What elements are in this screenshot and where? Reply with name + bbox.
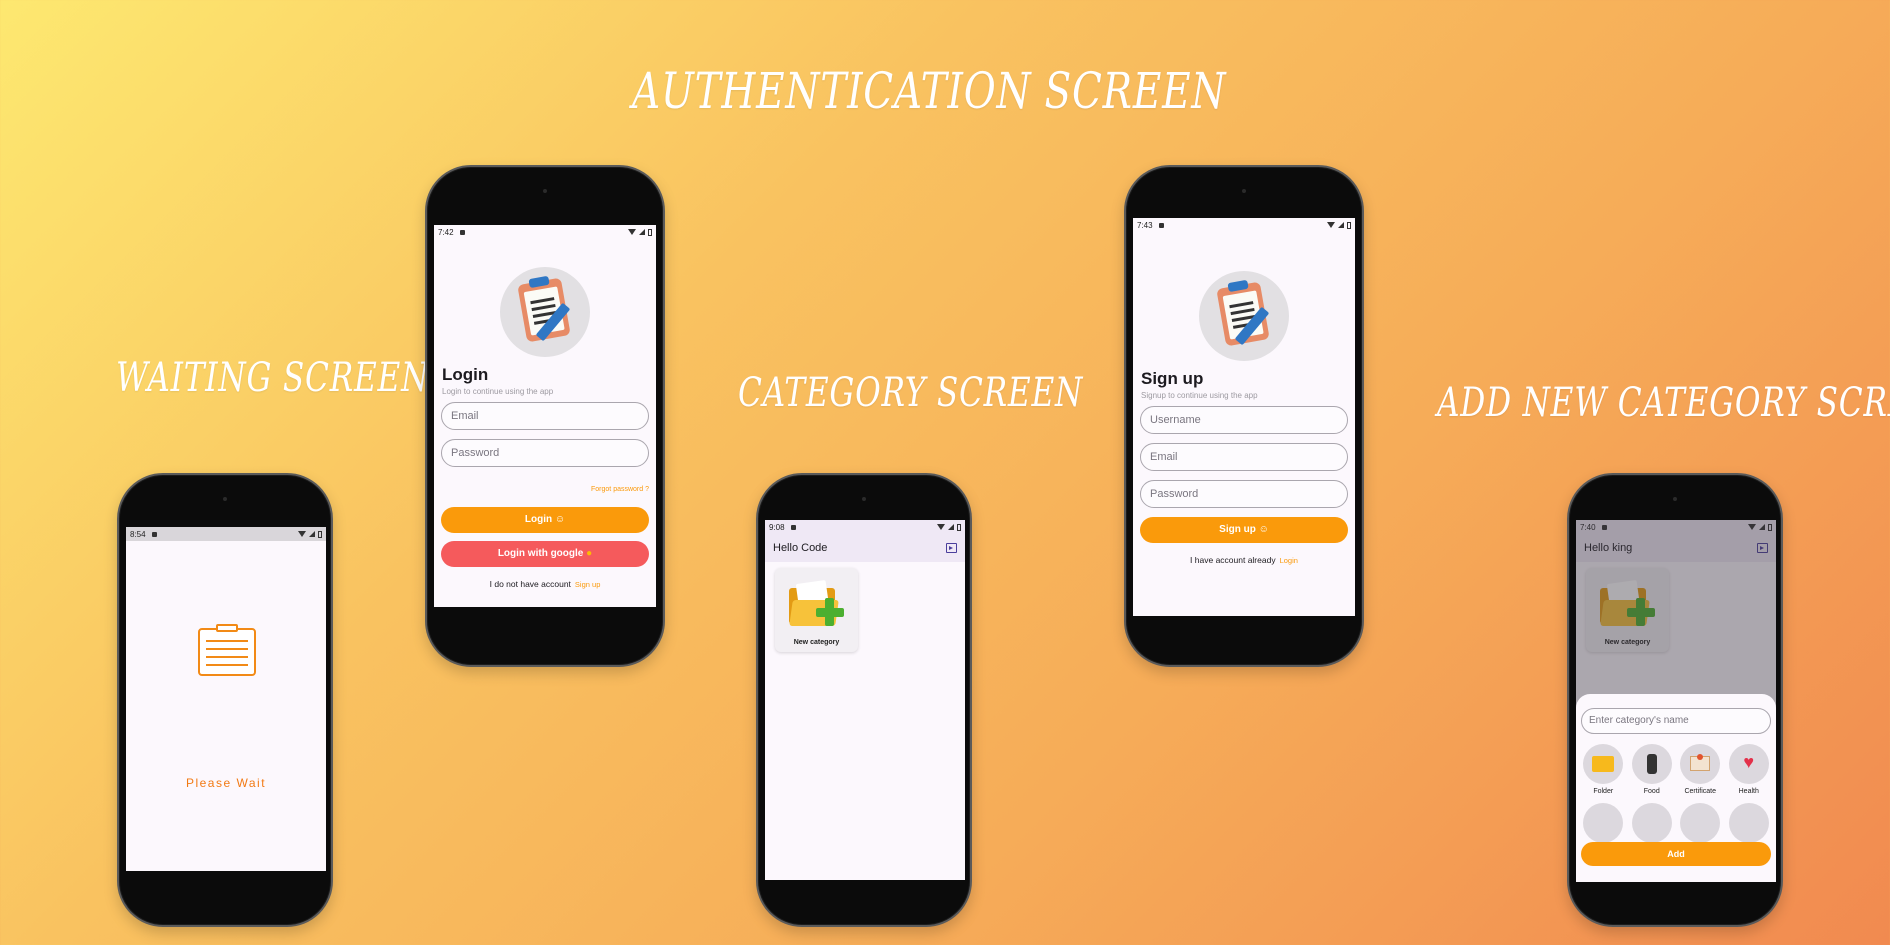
login-link[interactable]: Login	[1280, 556, 1298, 565]
front-camera	[1242, 189, 1246, 193]
certificate-icon	[1680, 744, 1721, 784]
folder-icon	[1583, 744, 1624, 784]
icon-label: Certificate	[1684, 788, 1716, 795]
icon-option-certificate[interactable]: Certificate	[1677, 744, 1723, 795]
category-screen: 9:08 Hello Code New category	[765, 520, 965, 880]
front-camera	[223, 497, 227, 501]
category-phone: 9:08 Hello Code New category	[756, 473, 972, 927]
email-field[interactable]: Email	[441, 402, 649, 430]
app-bar: Hello Code	[765, 534, 965, 562]
signal-icon	[1338, 222, 1344, 228]
signup-link[interactable]: Sign up	[575, 580, 600, 589]
wifi-icon	[298, 531, 306, 537]
graduation-icon[interactable]	[1583, 803, 1624, 843]
icon-label: Health	[1738, 788, 1759, 795]
add-category-screen: 7:40 Hello king New category Enter categ…	[1576, 520, 1776, 882]
status-bar: 7:43	[1133, 218, 1355, 232]
have-account-text: I have account already	[1190, 555, 1276, 565]
category-name-field[interactable]: Enter category's name	[1581, 708, 1771, 734]
icon-label: Folder	[1593, 788, 1614, 795]
clipboard-logo-icon	[198, 624, 256, 676]
add-button[interactable]: Add	[1581, 842, 1771, 866]
icon-grid-row-2	[1576, 803, 1776, 843]
authentication-heading: AUTHENTICATION SCREEN	[632, 62, 1227, 120]
notification-icon	[459, 229, 465, 235]
email-field[interactable]: Email	[1140, 443, 1348, 471]
battery-icon	[1347, 221, 1351, 229]
password-field[interactable]: Password	[1140, 480, 1348, 508]
logout-icon[interactable]	[946, 543, 957, 553]
category-heading: CATEGORY SCREEN	[738, 370, 1084, 416]
status-time: 8:54	[130, 529, 146, 539]
password-field[interactable]: Password	[441, 439, 649, 467]
forgot-password-link[interactable]: Forgot password ?	[591, 486, 649, 493]
signal-icon	[948, 524, 954, 530]
google-login-button[interactable]: Login with google ●	[441, 541, 649, 567]
signup-button[interactable]: Sign up ☺	[1140, 517, 1348, 543]
signup-screen: 7:43 Sign up Signup to continue using th…	[1133, 218, 1355, 616]
waiting-heading: WAITING SCREEN	[116, 355, 430, 401]
signal-icon	[639, 229, 645, 235]
icon-label: Food	[1643, 788, 1660, 795]
front-camera	[543, 189, 547, 193]
battery-icon	[318, 530, 322, 538]
google-icon: ●	[586, 548, 593, 559]
signup-phone: 7:43 Sign up Signup to continue using th…	[1124, 165, 1364, 667]
signup-title: Sign up	[1141, 369, 1204, 388]
waiting-phone: 8:54 Please Wait	[117, 473, 333, 927]
waiting-screen: 8:54 Please Wait	[126, 527, 326, 871]
wifi-icon	[628, 229, 636, 235]
login-phone: 7:42 Login Login to continue using the a…	[425, 165, 665, 667]
wifi-icon	[937, 524, 945, 530]
icon-grid: Folder Food Certificate ♥ Health	[1576, 744, 1776, 795]
wifi-icon	[1327, 222, 1335, 228]
health-icon: ♥	[1728, 744, 1769, 784]
add-category-heading: ADD NEW CATEGORY SCREEN	[1437, 380, 1890, 426]
new-category-card[interactable]: New category	[775, 568, 858, 652]
greeting-title: Hello Code	[773, 542, 828, 554]
trophy-icon[interactable]	[1680, 803, 1721, 843]
food-icon	[1631, 744, 1672, 784]
status-time: 7:42	[438, 227, 454, 237]
status-bar: 7:42	[434, 225, 656, 239]
signup-subtitle: Signup to continue using the app	[1141, 391, 1258, 400]
login-icon: ☺	[554, 514, 566, 525]
username-field[interactable]: Username	[1140, 406, 1348, 434]
flower-icon[interactable]	[1631, 803, 1672, 843]
login-prompt: I have account already Login	[1133, 555, 1355, 565]
login-screen: 7:42 Login Login to continue using the a…	[434, 225, 656, 607]
add-category-phone: 7:40 Hello king New category Enter categ…	[1567, 473, 1783, 927]
icon-option-food[interactable]: Food	[1629, 744, 1675, 795]
login-title: Login	[442, 365, 489, 384]
battery-icon	[648, 228, 652, 236]
no-account-text: I do not have account	[489, 579, 571, 589]
app-logo-icon	[1199, 271, 1289, 361]
status-time: 9:08	[769, 522, 785, 532]
status-bar: 8:54	[126, 527, 326, 541]
app-logo-icon	[500, 267, 590, 357]
icon-option-health[interactable]: ♥ Health	[1726, 744, 1772, 795]
status-time: 7:43	[1137, 220, 1153, 230]
login-button[interactable]: Login ☺	[441, 507, 649, 533]
notification-icon	[1158, 222, 1164, 228]
please-wait-text: Please Wait	[185, 776, 267, 790]
icon-option-folder[interactable]: Folder	[1580, 744, 1626, 795]
signup-icon: ☺	[1258, 524, 1269, 535]
status-bar: 9:08	[765, 520, 965, 534]
folder-add-icon	[789, 580, 844, 628]
front-camera	[1673, 497, 1677, 501]
login-subtitle: Login to continue using the app	[442, 387, 554, 396]
new-category-label: New category	[793, 639, 840, 646]
notification-icon	[151, 531, 157, 537]
add-category-sheet: Enter category's name Folder Food Certif…	[1576, 694, 1776, 882]
front-camera	[862, 497, 866, 501]
battery-icon	[957, 523, 961, 531]
gift-icon[interactable]	[1728, 803, 1769, 843]
notification-icon	[790, 524, 796, 530]
signal-icon	[309, 531, 315, 537]
signup-prompt: I do not have account Sign up	[434, 579, 656, 589]
